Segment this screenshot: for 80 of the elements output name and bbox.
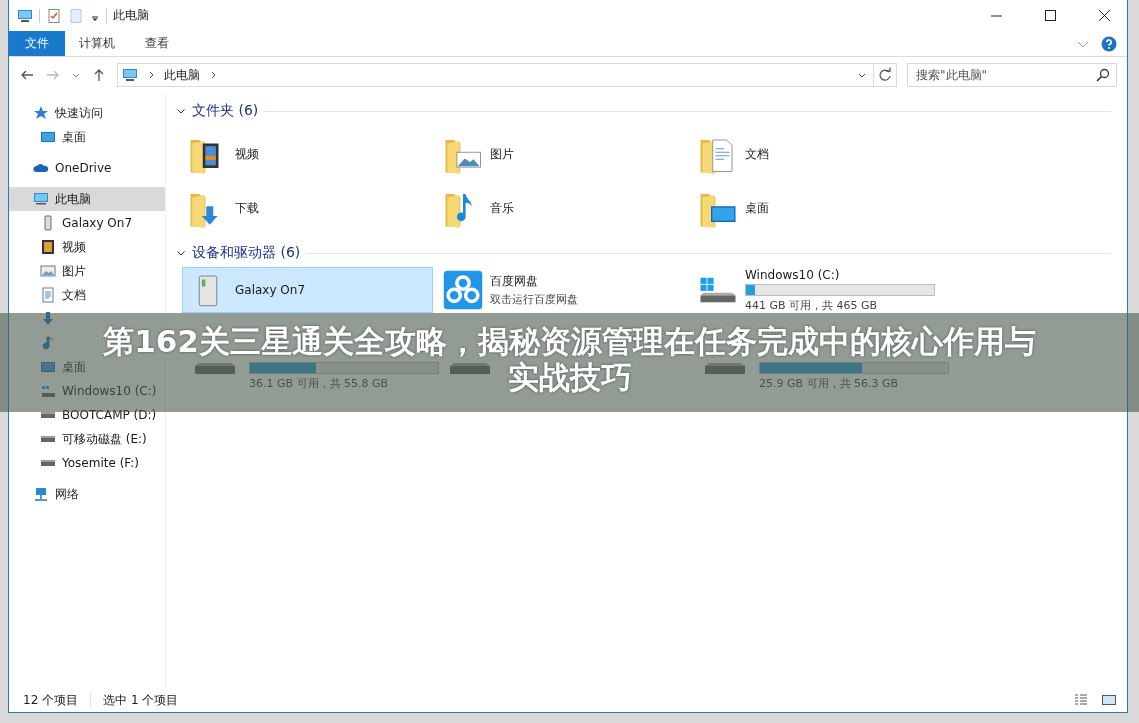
device-icon xyxy=(442,269,484,311)
search-field[interactable]: 搜索"此电脑" xyxy=(907,63,1117,87)
close-icon xyxy=(1098,10,1110,21)
device-name: Galaxy On7 xyxy=(235,283,306,297)
group-header[interactable]: 设备和驱动器 (6) xyxy=(192,244,301,262)
folder-item[interactable]: 文档 xyxy=(692,127,943,181)
caption-text: 第162关三星通关全攻略，揭秘资源管理在任务完成中的核心作用与 xyxy=(103,323,1036,359)
nav-item[interactable]: 视频 xyxy=(36,235,92,259)
refresh-button[interactable] xyxy=(873,63,897,87)
breadcrumb-item[interactable]: 此电脑 xyxy=(164,66,200,84)
nav-item[interactable]: OneDrive xyxy=(29,156,118,180)
storage-text: 36.1 GB 可用，共 55.8 GB xyxy=(249,376,390,391)
nav-item[interactable]: Yosemite (F:) xyxy=(36,451,145,475)
ribbon-tab[interactable]: 计算机 xyxy=(65,31,129,56)
device-name: 百度网盘 xyxy=(490,273,539,290)
nav-item[interactable]: 此电脑 xyxy=(9,187,165,211)
nav-item[interactable]: 桌面 xyxy=(36,125,92,149)
nav-item[interactable]: 桌面 xyxy=(36,355,92,379)
selection-count: 选中 1 个项目 xyxy=(103,691,179,709)
nav-item[interactable]: BOOTCAMP (D:) xyxy=(36,403,163,427)
drive-icon xyxy=(195,362,235,375)
folder-name: 视频 xyxy=(235,145,259,163)
storage-text: 441 GB 可用，共 465 GB xyxy=(745,297,879,313)
nav-icon xyxy=(40,383,56,399)
nav-icon xyxy=(40,459,56,467)
computer-icon[interactable] xyxy=(17,7,33,24)
nav-item[interactable]: 可移动磁盘 (E:) xyxy=(36,427,153,451)
maximize-icon xyxy=(1044,10,1056,21)
window-title: 此电脑 xyxy=(113,7,149,24)
caption-text: 实战技巧 xyxy=(507,359,632,395)
drive-icon xyxy=(705,362,745,375)
folder-name: 下载 xyxy=(235,199,259,217)
folder-name: 桌面 xyxy=(745,199,769,217)
device-description: 双击运行百度网盘 xyxy=(490,292,578,307)
search-icon[interactable] xyxy=(1095,67,1111,83)
help-icon[interactable] xyxy=(1101,35,1117,52)
address-bar[interactable]: 此电脑 xyxy=(117,63,874,87)
chevron-down-icon[interactable] xyxy=(176,106,186,116)
drive-icon xyxy=(450,362,490,375)
nav-icon xyxy=(40,129,56,145)
folder-item[interactable]: 音乐 xyxy=(437,181,688,235)
nav-icon xyxy=(40,239,56,255)
nav-icon xyxy=(40,359,56,375)
chevron-down-icon[interactable] xyxy=(176,248,186,258)
nav-icon xyxy=(40,411,56,419)
group-header[interactable]: 文件夹 (6) xyxy=(192,102,259,120)
device-name: Windows10 (C:) xyxy=(745,267,841,282)
item-count: 12 个项目 xyxy=(23,691,79,709)
ribbon-tab[interactable]: 文件 xyxy=(9,31,65,56)
device-item[interactable]: 百度网盘 双击运行百度网盘 xyxy=(437,267,688,313)
nav-item[interactable]: 快速访问 xyxy=(29,101,109,125)
nav-item[interactable]: 图片 xyxy=(36,259,92,283)
nav-icon xyxy=(33,105,49,121)
nav-item[interactable]: 网络 xyxy=(29,482,85,506)
nav-icon xyxy=(33,191,49,207)
folder-item[interactable]: 图片 xyxy=(437,127,688,181)
large-icons-view-icon[interactable] xyxy=(1101,692,1117,708)
folder-name: 图片 xyxy=(490,145,514,163)
device-item[interactable]: Windows10 (C:) 441 GB 可用，共 465 GB xyxy=(692,267,943,313)
nav-item[interactable]: Windows10 (C:) xyxy=(36,379,163,403)
nav-icon xyxy=(40,263,56,279)
computer-icon xyxy=(122,67,138,83)
nav-icon xyxy=(40,435,56,443)
nav-item[interactable]: 文档 xyxy=(36,283,92,307)
nav-icon xyxy=(40,311,56,327)
device-item[interactable]: Galaxy On7 xyxy=(182,267,433,313)
folder-item[interactable]: 视频 xyxy=(182,127,433,181)
nav-icon xyxy=(40,287,56,303)
ribbon-tab[interactable]: 查看 xyxy=(129,31,185,56)
folder-name: 文档 xyxy=(745,145,769,163)
nav-item[interactable]: Galaxy On7 xyxy=(36,211,139,235)
storage-text: 25.9 GB 可用，共 56.3 GB xyxy=(759,376,900,391)
nav-icon xyxy=(33,486,49,502)
checklist-icon[interactable] xyxy=(46,7,62,24)
folder-name: 音乐 xyxy=(490,199,514,217)
refresh-icon xyxy=(877,67,893,83)
minimize-icon xyxy=(990,14,1002,17)
folder-item[interactable]: 下载 xyxy=(182,181,433,235)
nav-icon xyxy=(40,335,56,351)
folder-item[interactable]: 桌面 xyxy=(692,181,943,235)
